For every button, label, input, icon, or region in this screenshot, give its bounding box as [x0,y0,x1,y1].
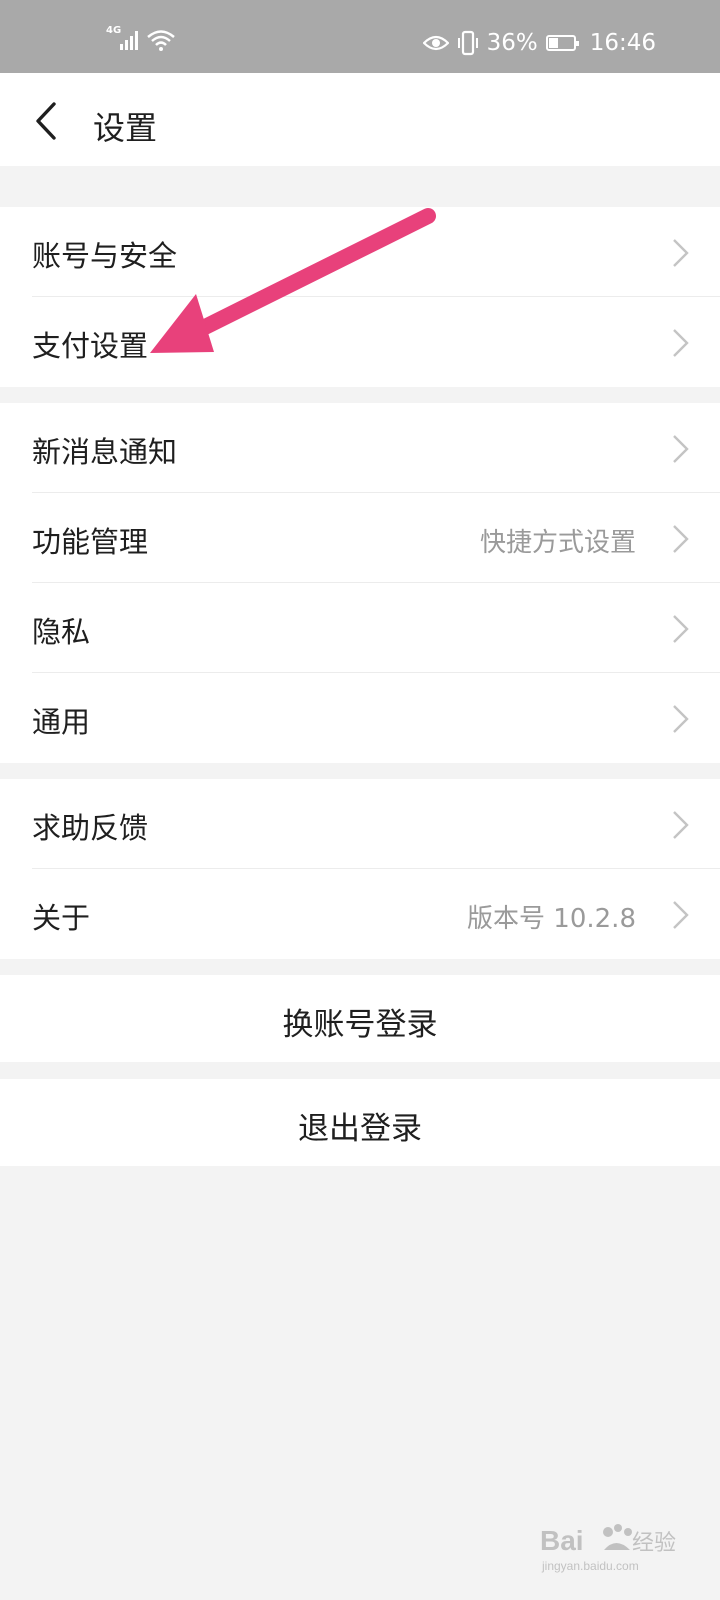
chevron-right-icon [673,705,689,733]
back-arrow-icon[interactable] [30,101,66,141]
menu-item-general[interactable]: 通用 [0,673,720,763]
svg-text:jingyan.baidu.com: jingyan.baidu.com [541,1559,639,1573]
eye-comfort-icon [422,35,449,51]
svg-text:经验: 经验 [632,1531,676,1556]
menu-item-notifications[interactable]: 新消息通知 [0,403,720,493]
chevron-right-icon [673,811,689,839]
menu-item-label: 新消息通知 [32,435,178,469]
app-bar: 设置 [0,73,720,166]
battery-icon [545,35,579,51]
network-type-label: 4G [106,25,122,36]
status-right: 36% 16:46 [422,30,656,56]
menu-item-label: 求助反馈 [32,811,149,845]
vibrate-icon [457,30,478,56]
settings-group-general: 新消息通知 功能管理 快捷方式设置 隐私 通用 [0,403,720,763]
menu-item-about[interactable]: 关于 版本号 10.2.8 [0,869,720,959]
menu-item-label: 隐私 [32,615,91,649]
menu-item-label: 功能管理 [32,525,149,559]
battery-percent: 36% [486,30,538,56]
menu-item-value: 快捷方式设置 [479,528,636,558]
menu-item-label: 通用 [32,705,91,739]
switch-account-button[interactable]: 换账号登录 [0,975,720,1062]
menu-item-label: 支付设置 [32,329,149,363]
chevron-right-icon [673,615,689,643]
menu-item-feature-management[interactable]: 功能管理 快捷方式设置 [0,493,720,583]
logout-label: 退出登录 [298,1111,422,1147]
settings-group-help: 求助反馈 关于 版本号 10.2.8 [0,779,720,959]
status-bar: 4G 36% 16:46 [0,0,720,73]
menu-item-label: 关于 [32,901,91,935]
menu-item-payment-settings[interactable]: 支付设置 [0,297,720,387]
page-title: 设置 [93,109,158,147]
menu-item-label: 账号与安全 [32,239,178,273]
chevron-right-icon [673,525,689,553]
menu-item-account-security[interactable]: 账号与安全 [0,207,720,297]
menu-item-privacy[interactable]: 隐私 [0,583,720,673]
menu-item-help-feedback[interactable]: 求助反馈 [0,779,720,869]
battery-level-fill [548,38,558,48]
signal-indicators: 4G [106,25,176,52]
baidu-jingyan-watermark-icon: Bai 经验 jingyan.baidu.com [540,1524,676,1573]
chevron-right-icon [673,329,689,357]
settings-group-account: 账号与安全 支付设置 [0,207,720,387]
switch-account-label: 换账号登录 [282,1007,438,1043]
wifi-icon [147,30,175,51]
clock: 16:46 [589,30,656,56]
chevron-right-icon [673,435,689,463]
svg-text:Bai: Bai [540,1525,584,1556]
menu-item-value: 版本号 10.2.8 [467,904,636,934]
chevron-right-icon [673,239,689,267]
cellular-signal-icon: 4G [106,25,140,52]
logout-button[interactable]: 退出登录 [0,1079,720,1166]
chevron-right-icon [673,901,689,929]
